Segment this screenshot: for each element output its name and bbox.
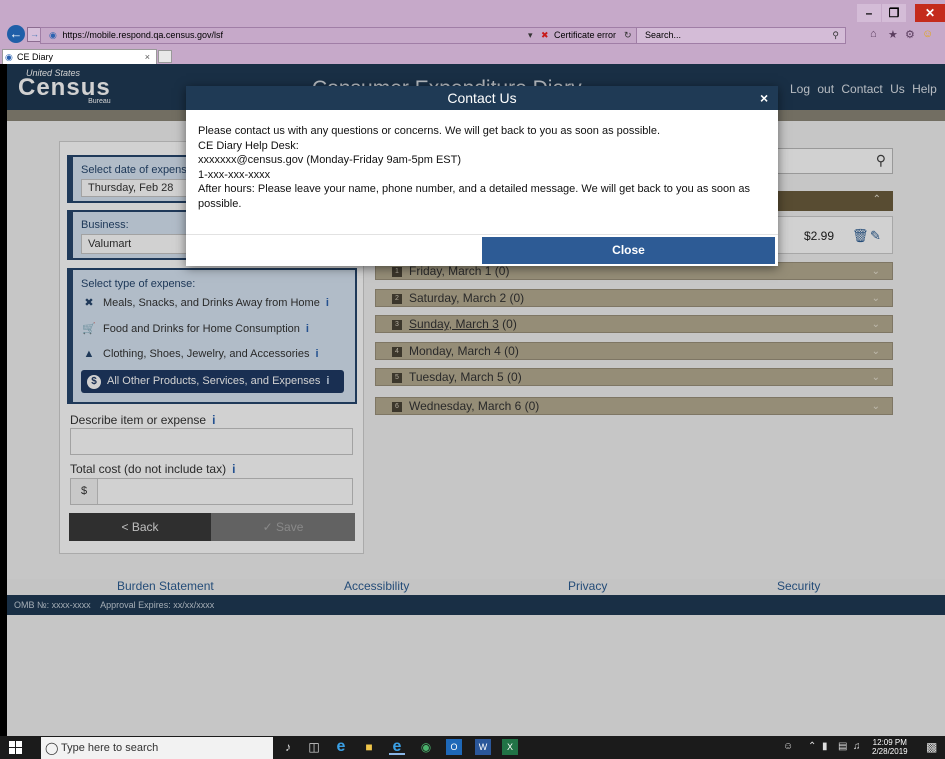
modal-line: xxxxxxx@census.gov (Monday-Friday 9am-5p… [198, 154, 462, 167]
modal-line: CE Diary Help Desk: [198, 139, 299, 152]
browser-search-placeholder: Search... [645, 30, 682, 40]
modal-line: Please contact us with any questions or … [198, 125, 661, 137]
battery-icon[interactable]: ▮ [822, 741, 828, 752]
task-view-icon[interactable]: ◫ [306, 739, 322, 755]
network-icon[interactable]: ▤ [838, 741, 847, 752]
browser-back-button[interactable]: ← [7, 25, 25, 43]
cert-error-label[interactable]: Certificate error [554, 28, 616, 43]
chevron-up-icon[interactable]: ⌃ [808, 741, 816, 752]
modal-body: Please contact us with any questions or … [198, 124, 768, 212]
new-tab-button[interactable] [158, 50, 172, 63]
excel-icon[interactable]: X [502, 739, 518, 755]
tab-title: CE Diary [17, 52, 54, 62]
smiley-icon[interactable]: ☺ [922, 28, 933, 40]
dropdown-icon[interactable]: ▾ [528, 28, 533, 43]
tab-close-icon[interactable]: × [145, 50, 150, 64]
taskbar-clock[interactable]: 12:09 PM 2/28/2019 [872, 738, 908, 756]
address-bar[interactable]: ◉ https://mobile.respond.qa.census.gov/l… [40, 27, 660, 44]
url-text: https://mobile.respond.qa.census.gov/lsf [62, 30, 223, 40]
refresh-icon[interactable]: ↻ [624, 28, 632, 43]
internet-explorer-icon[interactable]: e [389, 739, 405, 755]
close-button[interactable]: Close [482, 237, 775, 264]
taskbar-search[interactable]: ◯ Type here to search [41, 737, 273, 759]
chrome-icon[interactable]: ◉ [418, 739, 434, 755]
clock-time: 12:09 PM [872, 738, 907, 747]
outlook-icon[interactable]: O [446, 739, 462, 755]
file-explorer-icon[interactable]: ■ [361, 739, 377, 755]
edge-icon[interactable]: e [333, 739, 349, 755]
browser-tab[interactable]: ◉ CE Diary × [2, 49, 157, 64]
modal-title: Contact Us [186, 86, 778, 110]
microphone-icon[interactable]: ♪ [280, 739, 296, 755]
browser-search-box[interactable]: Search... ⚲ [636, 27, 846, 44]
volume-icon[interactable]: ♫ [853, 741, 861, 752]
minimize-button[interactable]: – [857, 4, 881, 22]
home-icon[interactable]: ⌂ [870, 28, 877, 40]
people-icon[interactable]: ☺ [783, 741, 793, 752]
favorites-star-icon[interactable]: ★ [888, 28, 898, 41]
clock-date: 2/28/2019 [872, 747, 908, 756]
taskbar-search-placeholder: Type here to search [61, 742, 159, 754]
close-window-button[interactable]: ✕ [915, 4, 945, 22]
word-icon[interactable]: W [475, 739, 491, 755]
modal-close-icon[interactable]: × [760, 86, 776, 110]
windows-start-icon[interactable] [9, 741, 25, 755]
search-circle-icon: ◯ [45, 741, 59, 755]
cert-error-icon[interactable]: ✖ [541, 28, 549, 43]
notifications-icon[interactable]: ▩ [926, 740, 937, 754]
ie-tab-icon: ◉ [5, 52, 13, 62]
ie-page-icon: ◉ [49, 30, 57, 40]
modal-line: After hours: Please leave your name, pho… [198, 183, 750, 210]
search-icon[interactable]: ⚲ [832, 28, 839, 43]
settings-gear-icon[interactable]: ⚙ [905, 28, 915, 41]
modal-line: 1-xxx-xxx-xxxx [198, 168, 271, 181]
modal-divider [186, 234, 778, 235]
restore-button[interactable]: ❐ [882, 4, 906, 22]
